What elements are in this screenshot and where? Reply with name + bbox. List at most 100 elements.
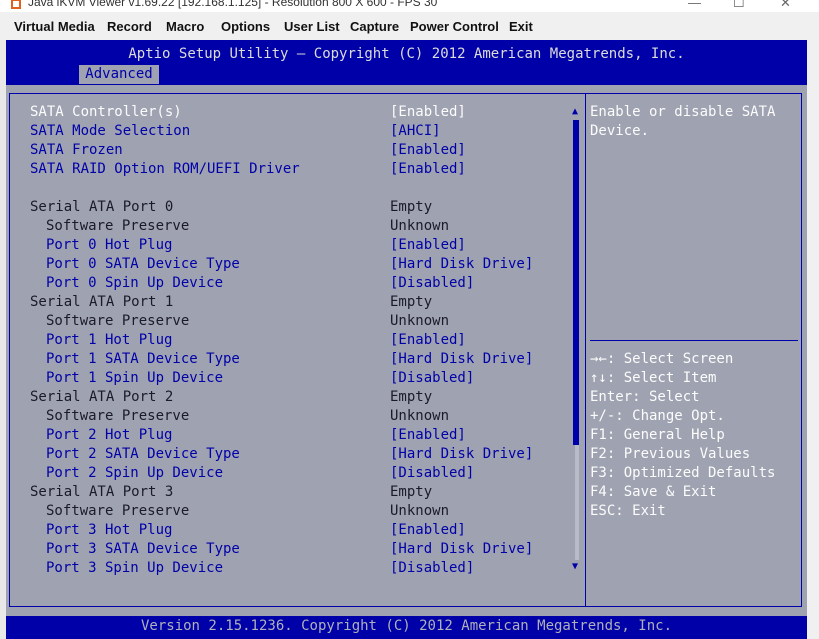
key-help-select-item: ↑↓: Select Item [590,370,717,386]
setting-label: Software Preserve [46,218,190,234]
setting-row[interactable]: Port 2 Spin Up Device [Disabled] [6,464,566,483]
setting-label: Port 0 Spin Up Device [46,275,224,291]
bios-version: Version 2.15.1236. Copyright (C) 2012 Am… [140,618,672,634]
setting-label: SATA Mode Selection [30,123,191,139]
info-row: Serial ATA Port 3 Empty [6,483,566,502]
window-title: Java iKVM Viewer v1.69.22 [192.168.1.125… [28,0,438,9]
setting-value[interactable]: [Disabled] [390,369,474,388]
menu-macro[interactable]: Macro [166,19,204,34]
setting-value[interactable]: [Disabled] [390,464,474,483]
setting-value: Empty [390,484,433,500]
setting-value: Empty [390,294,433,310]
setting-row[interactable]: Port 1 SATA Device Type [Hard Disk Drive] [6,350,566,369]
bios-title: Aptio Setup Utility – Copyright (C) 2012… [128,46,685,62]
setting-label: Port 2 Spin Up Device [46,465,224,481]
setting-label: Port 3 Spin Up Device [46,560,224,576]
menu-power-control[interactable]: Power Control [410,19,499,34]
setting-value[interactable]: [Disabled] [390,274,474,293]
setting-label: SATA RAID Option ROM/UEFI Driver [30,161,300,177]
minimize-icon[interactable]: — [688,0,701,10]
setting-row[interactable]: Port 0 Hot Plug [Enabled] [6,236,566,255]
scroll-down-icon[interactable]: ▼ [572,561,578,572]
setting-value[interactable]: [Enabled] [390,160,466,179]
info-row: Serial ATA Port 2 Empty [6,388,566,407]
setting-label: Port 1 Hot Plug [46,332,173,348]
key-help-optimized-defaults: F3: Optimized Defaults [590,465,776,481]
setting-row[interactable]: Port 2 SATA Device Type [Hard Disk Drive] [6,445,566,464]
setting-value[interactable]: [Hard Disk Drive] [390,350,533,369]
scrollbar-thumb[interactable] [573,120,579,445]
info-row: Serial ATA Port 0 Empty [6,198,566,217]
setting-value[interactable]: [Disabled] [390,559,474,578]
setting-label: Port 3 SATA Device Type [46,541,240,557]
key-help-previous-values: F2: Previous Values [590,446,751,462]
menu-exit[interactable]: Exit [509,19,533,34]
setting-row[interactable]: Port 2 Hot Plug [Enabled] [6,426,566,445]
setting-value: Unknown [390,503,450,519]
menu-bar: Virtual Media Record Macro Options User … [0,12,819,40]
info-row: Software Preserve Unknown [6,407,566,426]
info-row: Software Preserve Unknown [6,502,566,521]
setting-label: Software Preserve [46,313,190,329]
setting-row[interactable]: SATA Mode Selection [AHCI] [6,122,566,141]
bios-header: Aptio Setup Utility – Copyright (C) 2012… [6,40,807,85]
setting-value[interactable]: [Enabled] [390,426,466,445]
setting-value[interactable]: [Enabled] [390,236,466,255]
close-icon[interactable]: ✕ [780,0,791,11]
menu-record[interactable]: Record [107,19,152,34]
setting-label: Software Preserve [46,503,190,519]
window-border-right [807,40,819,639]
setting-row[interactable]: Port 0 SATA Device Type [Hard Disk Drive] [6,255,566,274]
setting-label: Port 1 Spin Up Device [46,370,224,386]
maximize-icon[interactable]: ☐ [733,0,745,11]
setting-row[interactable]: SATA Controller(s) [Enabled] [6,103,566,122]
key-help-list: →←: Select Screen ↑↓: Select Item Enter:… [590,350,775,521]
setting-value[interactable]: [Enabled] [390,141,466,160]
setting-value[interactable]: [Enabled] [390,103,466,122]
setting-row[interactable]: SATA Frozen [Enabled] [6,141,566,160]
setting-label: Port 1 SATA Device Type [46,351,240,367]
scroll-up-icon[interactable]: ▲ [572,106,578,117]
tab-advanced[interactable]: Advanced [79,65,159,84]
setting-value[interactable]: [Hard Disk Drive] [390,255,533,274]
key-help-enter: Enter: Select [590,389,700,405]
window-titlebar: Java iKVM Viewer v1.69.22 [192.168.1.125… [0,0,819,12]
menu-user-list[interactable]: User List [284,19,340,34]
setting-value: Empty [390,199,433,215]
setting-value[interactable]: [Hard Disk Drive] [390,445,533,464]
setting-label: Serial ATA Port 0 [30,199,174,215]
setting-row[interactable]: Port 3 Spin Up Device [Disabled] [6,559,566,578]
setting-row[interactable]: Port 1 Spin Up Device [Disabled] [6,369,566,388]
setting-row[interactable]: Port 3 Hot Plug [Enabled] [6,521,566,540]
info-row: Serial ATA Port 1 Empty [6,293,566,312]
setting-row[interactable]: Port 1 Hot Plug [Enabled] [6,331,566,350]
menu-options[interactable]: Options [221,19,270,34]
key-help-change-opt: +/-: Change Opt. [590,408,725,424]
setting-row[interactable]: Port 0 Spin Up Device [Disabled] [6,274,566,293]
setting-label: Software Preserve [46,408,190,424]
bios-screen[interactable]: Aptio Setup Utility – Copyright (C) 2012… [6,40,807,639]
setting-label: Port 2 SATA Device Type [46,446,240,462]
setting-value[interactable]: [Hard Disk Drive] [390,540,533,559]
info-row: Software Preserve Unknown [6,312,566,331]
setting-label: Serial ATA Port 1 [30,294,174,310]
setting-label: Port 3 Hot Plug [46,522,173,538]
key-help-select-screen: →←: Select Screen [590,351,734,367]
panel-divider [585,93,586,607]
bios-footer: Version 2.15.1236. Copyright (C) 2012 Am… [6,616,807,639]
setting-label: Serial ATA Port 3 [30,484,174,500]
setting-value[interactable]: [Enabled] [390,521,466,540]
setting-value[interactable]: [AHCI] [390,122,441,141]
help-description: Enable or disable SATA Device. [590,104,784,139]
setting-value[interactable]: [Enabled] [390,331,466,350]
setting-value: Empty [390,389,433,405]
setting-label: SATA Controller(s) [30,104,182,120]
setting-label: Serial ATA Port 2 [30,389,174,405]
menu-capture[interactable]: Capture [350,19,399,34]
setting-row[interactable]: Port 3 SATA Device Type [Hard Disk Drive] [6,540,566,559]
setting-value: Unknown [390,313,450,329]
setting-label: SATA Frozen [30,142,123,158]
setting-row[interactable]: SATA RAID Option ROM/UEFI Driver [Enabled… [6,160,566,179]
menu-virtual-media[interactable]: Virtual Media [14,19,95,34]
setting-label: Port 0 SATA Device Type [46,256,240,272]
